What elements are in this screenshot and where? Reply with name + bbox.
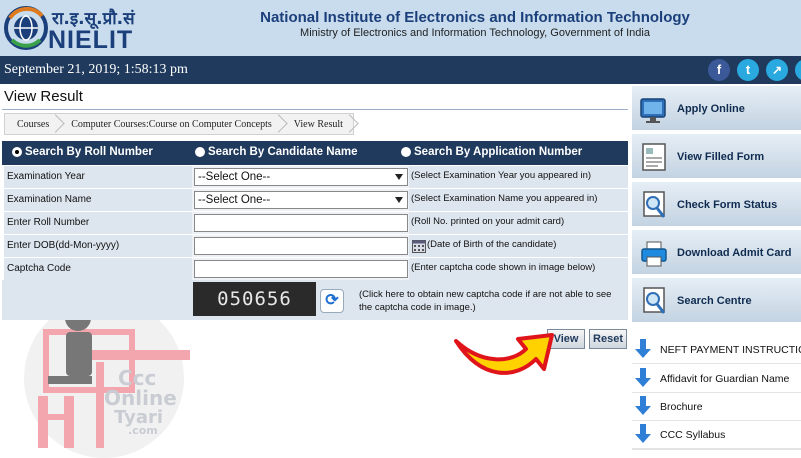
field-hint: (Select Examination Year you appeared in… — [409, 166, 628, 188]
search-options-bar: Search By Roll Number Search By Candidat… — [2, 141, 628, 165]
download-arrow-icon — [635, 339, 651, 358]
sidebar-button-label: Download Admit Card — [677, 247, 792, 259]
sidebar-button-label: Check Form Status — [677, 199, 778, 211]
radio-search-candidate-name[interactable]: Search By Candidate Name — [195, 146, 358, 158]
field-control-cell — [192, 258, 409, 280]
printer-icon — [641, 241, 667, 267]
form-row-exam-year: Examination Year --Select One-- (Select … — [2, 166, 628, 189]
field-label: Examination Name — [4, 189, 192, 211]
field-hint: (Enter captcha code shown in image below… — [409, 258, 628, 280]
sidebar-button-label: Apply Online — [677, 103, 745, 115]
watermark-desk-icon — [24, 298, 198, 458]
sidebar-search-centre[interactable]: Search Centre — [632, 278, 801, 324]
sidebar-link-label: CCC Syllabus — [660, 429, 726, 441]
examination-year-select[interactable]: --Select One-- — [194, 168, 408, 186]
field-control-cell — [192, 212, 409, 234]
watermark: Ccc Online Tyari .com — [18, 296, 198, 458]
radio-search-roll-number[interactable]: Search By Roll Number — [12, 146, 153, 158]
dropdown-arrow-icon — [395, 174, 403, 180]
breadcrumb-item-course-name[interactable]: Computer Courses:Course on Computer Conc… — [59, 114, 282, 134]
sidebar-link-ccc-syllabus[interactable]: CCC Syllabus — [632, 421, 801, 449]
nielit-logo[interactable]: रा.इ.सू.प्रौ.सं NIELIT — [0, 0, 140, 56]
watermark-line4: .com — [128, 424, 158, 437]
field-hint: (Date of Birth of the candidate) — [409, 235, 628, 257]
analytics-icon[interactable]: ↗ — [766, 59, 788, 81]
sidebar-button-label: Search Centre — [677, 295, 752, 307]
pointer-arrow-icon — [454, 333, 554, 375]
radio-search-application-number[interactable]: Search By Application Number — [401, 146, 582, 158]
sidebar-link-neft[interactable]: NEFT PAYMENT INSTRUCTIONS — [632, 336, 801, 364]
field-label: Examination Year — [4, 166, 192, 188]
radio-button[interactable] — [195, 147, 205, 157]
breadcrumb: Courses Computer Courses:Course on Compu… — [4, 113, 354, 135]
form-row-dob: Enter DOB(dd-Mon-yyyy) (Date of Birth of… — [2, 235, 628, 258]
twitter-icon[interactable]: t — [737, 59, 759, 81]
field-control-cell: --Select One-- — [192, 166, 409, 188]
monitor-icon — [640, 98, 666, 123]
magnifier-icon — [643, 287, 666, 314]
roll-number-input[interactable] — [194, 214, 408, 232]
dob-input[interactable] — [194, 237, 408, 255]
breadcrumb-item-current: View Result — [282, 114, 353, 134]
select-value: --Select One-- — [198, 194, 271, 206]
logo-name-text: NIELIT — [48, 26, 134, 54]
sidebar-link-label: Brochure — [660, 401, 703, 413]
field-label: Enter DOB(dd-Mon-yyyy) — [4, 235, 192, 257]
captcha-image: 050656 — [193, 282, 316, 316]
magnifier-icon — [643, 191, 666, 218]
more-social-icon[interactable] — [795, 59, 801, 81]
site-header: रा.इ.सू.प्रौ.सं NIELIT National Institut… — [0, 0, 801, 56]
field-hint: (Roll No. printed on your admit card) — [409, 212, 628, 234]
facebook-icon[interactable]: f — [708, 59, 730, 81]
captcha-hint: (Click here to obtain new captcha code i… — [359, 289, 612, 313]
sidebar-button-label: View Filled Form — [677, 151, 765, 163]
radio-button-checked[interactable] — [12, 147, 22, 157]
radio-button[interactable] — [401, 147, 411, 157]
current-datetime: September 21, 2019; 1:58:13 pm — [4, 62, 188, 77]
page: रा.इ.सू.प्रौ.सं NIELIT National Institut… — [0, 0, 801, 458]
captcha-row: 050656 ⟳ (Click here to obtain new captc… — [2, 280, 628, 320]
captcha-input[interactable] — [194, 260, 408, 278]
sidebar-link-more — [632, 449, 801, 458]
form-row-captcha-code: Captcha Code (Enter captcha code shown i… — [2, 258, 628, 281]
sidebar-link-brochure[interactable]: Brochure — [632, 393, 801, 421]
download-arrow-icon — [635, 396, 651, 415]
sidebar-download-admit-card[interactable]: Download Admit Card — [632, 230, 801, 276]
institute-title: National Institute of Electronics and In… — [260, 9, 690, 26]
field-control-cell: --Select One-- — [192, 189, 409, 211]
radio-label: Search By Application Number — [414, 146, 583, 158]
reset-button[interactable]: Reset — [589, 329, 627, 349]
date-bar: September 21, 2019; 1:58:13 pm f t ↗ — [0, 56, 801, 84]
radio-label: Search By Roll Number — [25, 146, 153, 158]
page-title: View Result — [4, 88, 83, 105]
ministry-subtitle: Ministry of Electronics and Information … — [300, 27, 650, 39]
calendar-icon[interactable] — [412, 239, 426, 253]
radio-label: Search By Candidate Name — [208, 146, 358, 158]
globe-logo-icon — [4, 6, 48, 50]
sidebar-link-affidavit[interactable]: Affidavit for Guardian Name — [632, 365, 801, 393]
examination-name-select[interactable]: --Select One-- — [194, 191, 408, 209]
download-arrow-icon — [635, 424, 651, 443]
dropdown-arrow-icon — [395, 197, 403, 203]
sidebar-apply-online[interactable]: Apply Online — [632, 86, 801, 132]
sidebar-link-label: Affidavit for Guardian Name — [660, 373, 790, 385]
field-label: Enter Roll Number — [4, 212, 192, 234]
form-row-roll-number: Enter Roll Number (Roll No. printed on y… — [2, 212, 628, 235]
field-control-cell — [192, 235, 409, 257]
field-hint: (Select Examination Name you appeared in… — [409, 189, 628, 211]
title-divider — [2, 109, 628, 110]
form-row-exam-name: Examination Name --Select One-- (Select … — [2, 189, 628, 212]
breadcrumb-item-courses[interactable]: Courses — [5, 114, 59, 134]
refresh-captcha-icon[interactable]: ⟳ — [320, 289, 344, 313]
download-arrow-icon — [635, 368, 651, 387]
select-value: --Select One-- — [198, 171, 271, 183]
sidebar-check-form-status[interactable]: Check Form Status — [632, 182, 801, 228]
sidebar-view-filled-form[interactable]: View Filled Form — [632, 134, 801, 180]
sidebar-link-label: NEFT PAYMENT INSTRUCTIONS — [660, 344, 801, 356]
form-icon — [642, 143, 666, 171]
field-label: Captcha Code — [4, 258, 192, 280]
